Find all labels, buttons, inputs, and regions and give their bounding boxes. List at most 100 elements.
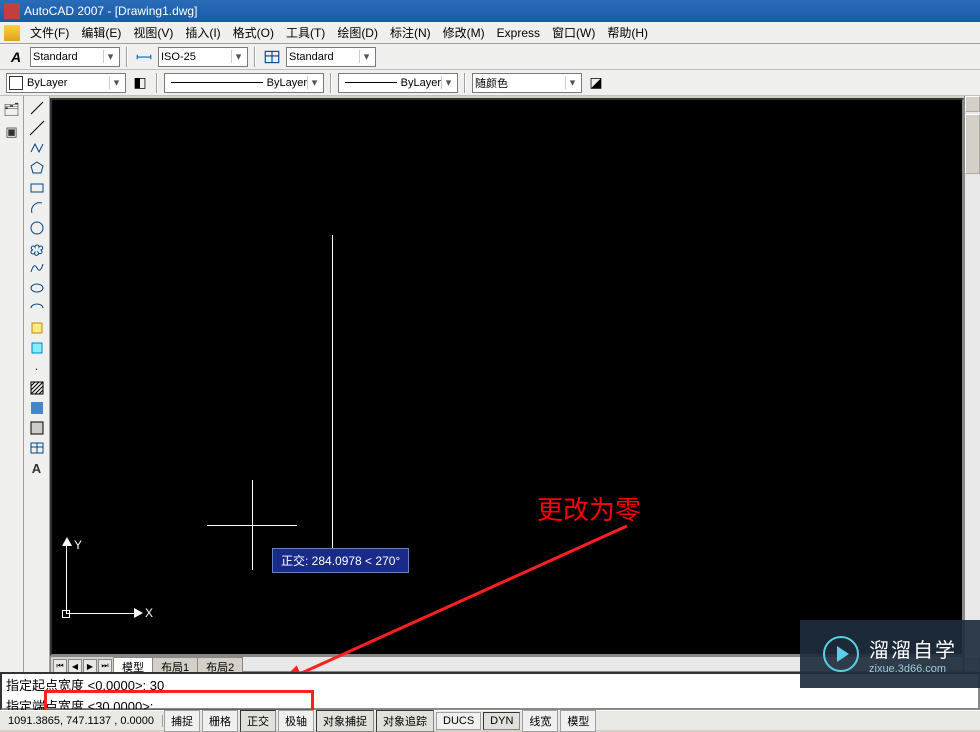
menu-view[interactable]: 视图(V) — [127, 22, 179, 43]
dim-style-icon[interactable] — [134, 47, 154, 67]
table-tool[interactable] — [26, 438, 48, 458]
menu-bar: 文件(F) 编辑(E) 视图(V) 插入(I) 格式(O) 工具(T) 绘图(D… — [0, 22, 980, 44]
app-icon — [4, 3, 20, 19]
line-tool[interactable] — [26, 98, 48, 118]
dyn-toggle[interactable]: DYN — [483, 712, 520, 730]
spline-tool[interactable] — [26, 258, 48, 278]
lineweight-sample — [345, 82, 397, 83]
tab-nav-prev[interactable]: ◀ — [68, 659, 82, 673]
insert-block-tool[interactable] — [26, 318, 48, 338]
tab-nav-first[interactable]: ⏮ — [53, 659, 67, 673]
make-block-tool[interactable] — [26, 338, 48, 358]
menu-insert[interactable]: 插入(I) — [179, 22, 226, 43]
layer-select[interactable]: ByLayer ▾ — [6, 73, 126, 93]
mtext-tool[interactable]: A — [26, 458, 48, 478]
point-tool[interactable]: · — [26, 358, 48, 378]
lineweight-select[interactable]: ByLayer▾ — [338, 73, 458, 93]
color-picker-icon[interactable]: ◪ — [586, 73, 606, 93]
circle-tool[interactable] — [26, 218, 48, 238]
ortho-toggle[interactable]: 正交 — [240, 710, 276, 732]
watermark: 溜溜自学 zixue.3d66.com — [800, 620, 980, 688]
watermark-text: 溜溜自学 zixue.3d66.com — [869, 634, 957, 675]
text-style-icon[interactable]: A — [6, 47, 26, 67]
tab-nav-last[interactable]: ⏭ — [98, 659, 112, 673]
coordinate-readout: 1091.3865, 747.1137 , 0.0000 — [0, 715, 163, 727]
dim-style-value: ISO-25 — [161, 51, 196, 63]
chevron-down-icon: ▾ — [103, 50, 117, 63]
styles-toolbar: A Standard▾ ISO-25 ▾ Standard▾ — [0, 44, 980, 70]
menu-edit[interactable]: 编辑(E) — [75, 22, 127, 43]
ucs-x-arrow — [134, 608, 143, 618]
dim-style-select[interactable]: ISO-25 ▾ — [158, 47, 248, 67]
hatch-tool[interactable] — [26, 378, 48, 398]
scroll-up-button[interactable] — [965, 96, 980, 112]
menu-help[interactable]: 帮助(H) — [601, 22, 654, 43]
menu-format[interactable]: 格式(O) — [227, 22, 280, 43]
otrack-toggle[interactable]: 对象追踪 — [376, 710, 434, 732]
lock-toolbar-icon[interactable]: ▣ — [1, 122, 23, 142]
arc-tool[interactable] — [26, 198, 48, 218]
menu-draw[interactable]: 绘图(D) — [331, 22, 384, 43]
region-tool[interactable] — [26, 418, 48, 438]
polyline-tool[interactable] — [26, 138, 48, 158]
tab-nav-next[interactable]: ▶ — [83, 659, 97, 673]
divider — [156, 73, 158, 93]
model-toggle[interactable]: 模型 — [560, 710, 596, 732]
table-style-icon[interactable] — [262, 47, 282, 67]
table-style-select[interactable]: Standard▾ — [286, 47, 376, 67]
status-bar: 1091.3865, 747.1137 , 0.0000 捕捉 栅格 正交 极轴… — [0, 710, 980, 730]
drawing-canvas[interactable]: 正交: 284.0978 < 270° Y X 更改为零 — [50, 98, 964, 656]
title-bar: AutoCAD 2007 - [Drawing1.dwg] — [0, 0, 980, 22]
annotation-text: 更改为零 — [537, 490, 641, 527]
menu-dimension[interactable]: 标注(N) — [384, 22, 437, 43]
scrollbar-track[interactable] — [965, 174, 980, 656]
layer-value: ByLayer — [27, 77, 67, 89]
revision-cloud-tool[interactable] — [26, 238, 48, 258]
divider — [126, 47, 128, 67]
osnap-toggle[interactable]: 对象捕捉 — [316, 710, 374, 732]
ucs-x-label: X — [145, 606, 153, 620]
snap-toggle[interactable]: 捕捉 — [164, 710, 200, 732]
lineweight-toggle[interactable]: 线宽 — [522, 710, 558, 732]
menu-window[interactable]: 窗口(W) — [546, 22, 601, 43]
polygon-tool[interactable] — [26, 158, 48, 178]
linetype-value: ByLayer — [267, 77, 307, 89]
menu-tools[interactable]: 工具(T) — [280, 22, 331, 43]
construction-line-tool[interactable] — [26, 118, 48, 138]
ducs-toggle[interactable]: DUCS — [436, 712, 481, 730]
text-style-select[interactable]: Standard▾ — [30, 47, 120, 67]
chevron-down-icon: ▾ — [307, 76, 321, 89]
polar-toggle[interactable]: 极轴 — [278, 710, 314, 732]
grid-toggle[interactable]: 栅格 — [202, 710, 238, 732]
menu-modify[interactable]: 修改(M) — [437, 22, 491, 43]
gradient-tool[interactable] — [26, 398, 48, 418]
divider — [254, 47, 256, 67]
divider — [330, 73, 332, 93]
vertical-scrollbar[interactable] — [964, 96, 980, 672]
chevron-down-icon: ▾ — [359, 50, 373, 63]
chevron-down-icon: ▾ — [109, 76, 123, 89]
scrollbar-thumb[interactable] — [965, 114, 980, 174]
draw-toolbar: · A — [24, 96, 50, 672]
menu-express[interactable]: Express — [491, 24, 546, 42]
layer-properties-icon[interactable]: ◧ — [130, 73, 150, 93]
linetype-select[interactable]: ByLayer▾ — [164, 73, 324, 93]
chevron-down-icon: ▾ — [231, 50, 245, 63]
window-title: AutoCAD 2007 - [Drawing1.dwg] — [24, 4, 197, 18]
tooltip-text: 正交: 284.0978 < 270° — [281, 554, 400, 568]
ucs-y-label: Y — [74, 538, 82, 552]
work-area: 🗂 ▣ · A 正交: 284.0978 < 270° — [0, 96, 980, 672]
ellipse-tool[interactable] — [26, 278, 48, 298]
tool-palette-bar: 🗂 ▣ — [0, 96, 24, 672]
document-icon — [4, 25, 20, 41]
divider — [464, 73, 466, 93]
dynamic-input-tooltip: 正交: 284.0978 < 270° — [272, 548, 409, 573]
tool-palette-icon[interactable]: 🗂 — [1, 100, 23, 120]
ucs-y-axis — [66, 544, 67, 614]
rectangle-tool[interactable] — [26, 178, 48, 198]
menu-file[interactable]: 文件(F) — [24, 22, 75, 43]
plot-style-select[interactable]: 随颜色▾ — [472, 73, 582, 93]
plot-style-value: 随颜色 — [475, 75, 508, 91]
ellipse-arc-tool[interactable] — [26, 298, 48, 318]
linetype-sample — [171, 82, 263, 83]
